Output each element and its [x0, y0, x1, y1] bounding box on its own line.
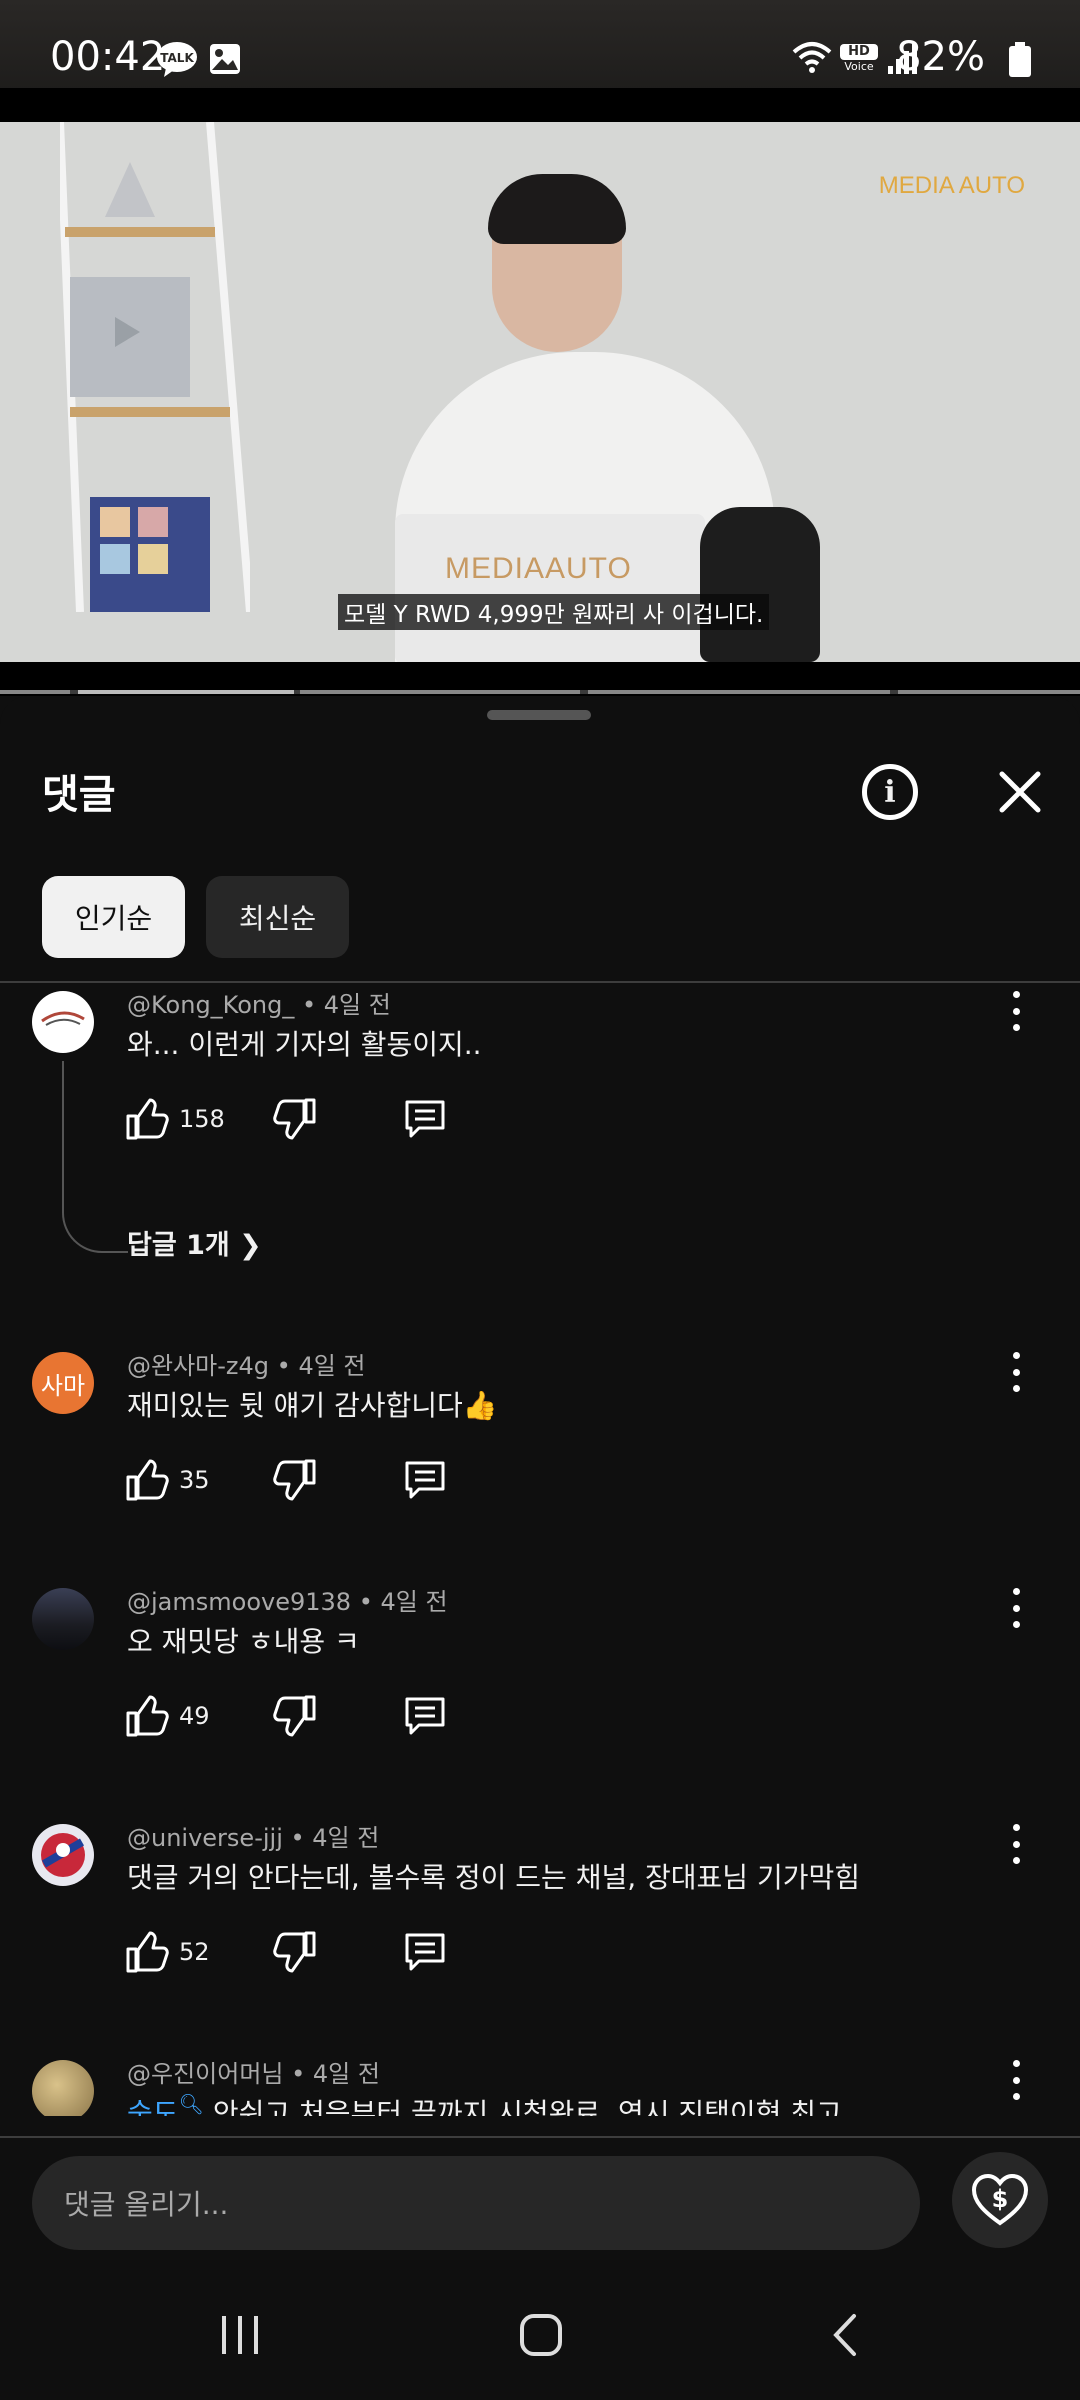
comment-meta: @Kong_Kong_ • 4일 전 [127, 991, 391, 1019]
more-options-icon[interactable] [1000, 1824, 1032, 1864]
system-nav-bar [0, 2290, 1080, 2400]
comment-input[interactable]: 댓글 올리기... [32, 2156, 920, 2250]
comment-text: 재미있는 뒷 얘기 감사합니다👍 [127, 1389, 498, 1422]
comment-list[interactable]: @Kong_Kong_ • 4일 전 와... 이런게 기자의 활동이지.. 1… [0, 983, 1080, 2116]
video-subtitle: 모델 Y RWD 4,999만 원짜리 사 이겁니다. [338, 594, 770, 630]
comments-panel: 댓글 i 인기순 최신순 @Kong_Kong_ • 4일 전 와... 이런게… [0, 696, 1080, 2400]
thumbs-down-icon[interactable] [273, 1694, 317, 1738]
like-count: 35 [179, 1466, 210, 1494]
more-options-icon[interactable] [1000, 1352, 1032, 1392]
drag-handle[interactable] [487, 710, 591, 720]
comment-actions: 158 [125, 1097, 465, 1147]
svg-text:TALK: TALK [160, 51, 194, 65]
comment-text: 오 재밋당 ㅎ내용 ㅋ [127, 1625, 360, 1658]
laptop-logo: MEDIAAUTO [445, 552, 632, 585]
battery-icon [1009, 42, 1031, 77]
close-icon[interactable] [990, 762, 1050, 822]
progress-segment [0, 690, 70, 694]
avatar[interactable] [32, 1588, 94, 1650]
reply-icon[interactable] [403, 1930, 447, 1974]
info-icon[interactable]: i [862, 764, 918, 820]
like-count: 49 [179, 1702, 210, 1730]
status-time: 00:42 [50, 34, 166, 80]
microphone [700, 507, 820, 662]
comment-text: 와... 이런게 기자의 활동이지.. [127, 1028, 482, 1061]
sort-chip-popular[interactable]: 인기순 [42, 876, 185, 958]
reply-icon[interactable] [403, 1694, 447, 1738]
panel-title: 댓글 [42, 772, 116, 818]
avatar[interactable] [32, 1824, 94, 1886]
view-replies-button[interactable]: 답글 1개 ❯ [127, 1223, 262, 1262]
progress-segment [78, 690, 294, 694]
thumbs-down-icon[interactable] [273, 1930, 317, 1974]
reply-thread-line [62, 1061, 128, 1253]
mention-link[interactable]: 숨도 [127, 2097, 179, 2116]
avatar[interactable] [32, 2060, 94, 2116]
comment-meta: @완사마-z4g • 4일 전 [127, 1352, 366, 1380]
comment-meta: @jamsmoove9138 • 4일 전 [127, 1588, 448, 1616]
video-shelf-scene [60, 122, 250, 612]
svg-text:$: $ [992, 2185, 1009, 2213]
wifi-icon [792, 42, 832, 73]
super-thanks-icon[interactable]: $ [952, 2152, 1048, 2248]
comment-actions: 49 [125, 1694, 465, 1744]
battery-percent: 82% [896, 34, 985, 80]
reply-icon[interactable] [403, 1458, 447, 1502]
home-icon[interactable] [518, 2312, 564, 2358]
video-player[interactable]: MEDIAAUTO MEDIA AUTO 모델 Y RWD 4,999만 원짜리… [0, 122, 1080, 662]
comment-actions: 35 [125, 1458, 465, 1508]
more-options-icon[interactable] [1000, 1588, 1032, 1628]
chapter-progress-bar[interactable] [0, 690, 1080, 694]
comment-meta: @universe-jjj • 4일 전 [127, 1824, 380, 1852]
thumbs-down-icon[interactable] [273, 1097, 317, 1141]
more-options-icon[interactable] [1000, 2060, 1032, 2100]
back-icon[interactable] [828, 2312, 862, 2358]
channel-watermark: MEDIA AUTO [878, 172, 1025, 199]
progress-segment [588, 690, 890, 694]
like-count: 158 [179, 1105, 225, 1133]
sort-chip-newest[interactable]: 최신순 [206, 876, 349, 958]
comment-actions: 52 [125, 1930, 465, 1980]
talk-notification-icon: TALK [157, 42, 197, 77]
gallery-notification-icon [210, 44, 240, 74]
thumbs-up-icon[interactable] [125, 1097, 169, 1141]
presenter-hair [488, 174, 626, 244]
laptop [395, 514, 705, 662]
thumbs-down-icon[interactable] [273, 1458, 317, 1502]
avatar[interactable]: 사마 [32, 1352, 94, 1414]
hd-voice-icon: HD Voice [840, 44, 878, 76]
thumbs-up-icon[interactable] [125, 1458, 169, 1502]
thumbs-up-icon[interactable] [125, 1694, 169, 1738]
comment-text: 댓글 거의 안다는데, 볼수록 정이 드는 채널, 장대표님 기가막힘 [127, 1861, 861, 1894]
comment-meta: @우진이어머님 • 4일 전 [127, 2060, 380, 2088]
progress-segment [898, 690, 1080, 694]
avatar[interactable] [32, 991, 94, 1053]
reply-icon[interactable] [403, 1097, 447, 1141]
video-top-letterbox [0, 88, 1080, 122]
divider [0, 2136, 1080, 2138]
comment-text: 숨도🔍︎ 안쉬고 처음부터 끝까지 시청완료..역시 진택이형 최고 [127, 2092, 842, 2116]
progress-segment [300, 690, 580, 694]
thumbs-up-icon[interactable] [125, 1930, 169, 1974]
search-icon: 🔍︎ [178, 2092, 204, 2116]
recent-apps-icon[interactable] [218, 2312, 262, 2358]
like-count: 52 [179, 1938, 210, 1966]
more-options-icon[interactable] [1000, 991, 1032, 1031]
